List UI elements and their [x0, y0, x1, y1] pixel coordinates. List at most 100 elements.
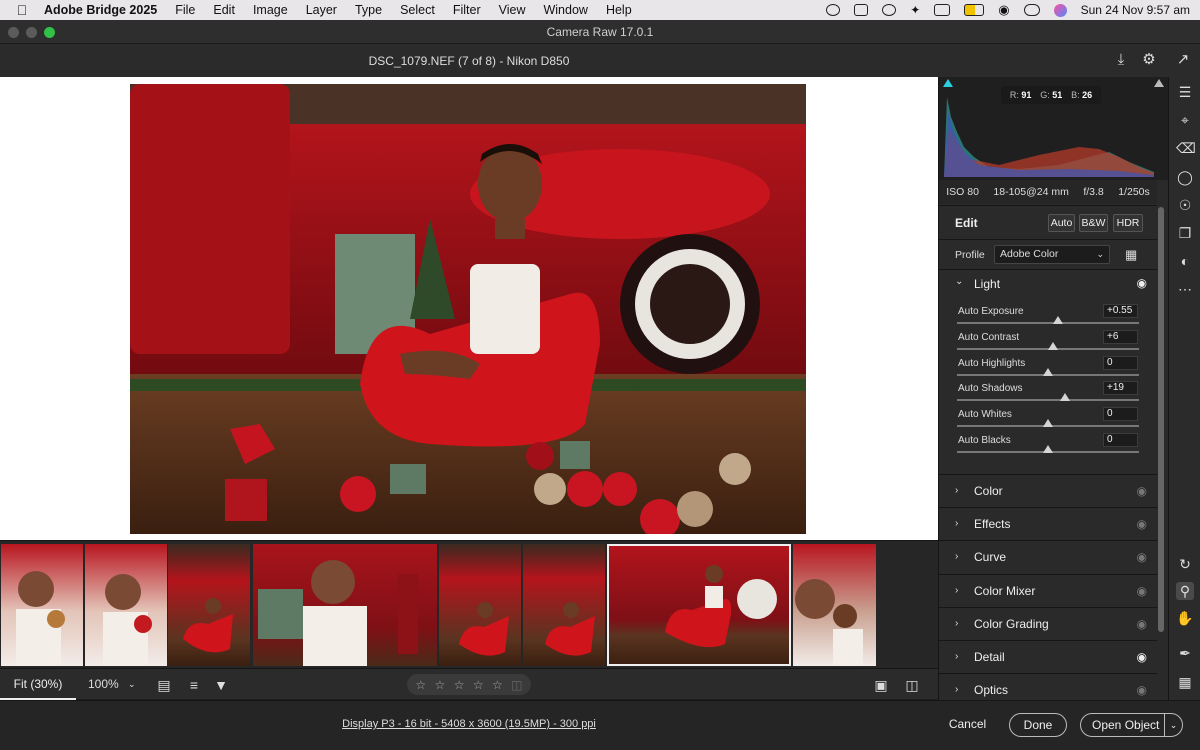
profile-browser-icon[interactable]: ▦	[1125, 247, 1137, 263]
hdr-button[interactable]: HDR	[1113, 214, 1143, 232]
slider-thumb[interactable]	[1060, 393, 1071, 402]
bluetooth-icon[interactable]: ✦	[910, 3, 920, 17]
menu-image[interactable]: Image	[253, 3, 288, 17]
open-object-button[interactable]: Open Object ⌄	[1080, 713, 1183, 737]
eraser-icon[interactable]: ⌫	[1176, 139, 1196, 157]
filmstrip-thumb[interactable]	[168, 544, 250, 666]
eye-icon[interactable]: ◉	[1137, 484, 1147, 498]
slider-thumb[interactable]	[1043, 367, 1053, 376]
keyboard-icon[interactable]	[934, 4, 951, 16]
panel-scrollbar[interactable]	[1157, 205, 1165, 700]
sort-icon[interactable]: ≡	[185, 676, 203, 694]
cancel-button[interactable]: Cancel	[940, 713, 995, 737]
zoom-level-select[interactable]: 100% ⌄	[84, 669, 140, 700]
eye-icon[interactable]: ◉	[1137, 617, 1147, 631]
save-image-icon[interactable]: ⤓	[1112, 51, 1130, 69]
filmstrip-thumb[interactable]	[253, 544, 437, 666]
siri-icon[interactable]	[1053, 3, 1067, 17]
control-center-icon[interactable]	[1023, 4, 1040, 16]
eye-icon[interactable]: ◉	[1137, 683, 1147, 697]
filmstrip-view-icon[interactable]: ▤	[155, 676, 173, 694]
star-icon[interactable]: ☆	[492, 678, 503, 692]
crop-icon[interactable]: ⌖	[1176, 111, 1194, 129]
eye-icon[interactable]: ◉	[1137, 584, 1147, 598]
menu-app-name[interactable]: Adobe Bridge 2025	[44, 3, 157, 17]
slider-value-input[interactable]: 0	[1103, 355, 1138, 370]
star-icon[interactable]: ☆	[435, 678, 446, 692]
eye-icon[interactable]: ◉	[1137, 276, 1147, 290]
history-icon[interactable]	[882, 4, 897, 16]
eye-icon[interactable]: ◉	[1137, 517, 1147, 531]
menu-layer[interactable]: Layer	[306, 3, 337, 17]
slider-value-input[interactable]: 0	[1103, 407, 1138, 422]
scrollbar-thumb[interactable]	[1158, 207, 1164, 632]
section-curve[interactable]: › Curve ◉	[939, 540, 1157, 573]
histogram[interactable]: R: 91 G: 51 B: 26	[939, 77, 1168, 180]
menu-type[interactable]: Type	[355, 3, 382, 17]
done-button[interactable]: Done	[1009, 713, 1067, 737]
workflow-options-link[interactable]: Display P3 - 16 bit - 5408 x 3600 (19.5M…	[0, 718, 938, 730]
star-icon[interactable]: ☆	[415, 678, 426, 692]
menu-edit[interactable]: Edit	[213, 3, 235, 17]
apple-icon[interactable]: 	[0, 2, 44, 18]
wifi-icon[interactable]: ◉	[998, 2, 1009, 18]
light-section-header[interactable]: ⌄ Light ◉	[939, 270, 1157, 297]
filter-icon[interactable]: ▼	[212, 676, 230, 694]
menu-clock[interactable]: Sun 24 Nov 9:57 am	[1081, 3, 1190, 17]
before-after-icon[interactable]: ◫	[903, 676, 921, 694]
rotate-icon[interactable]: ↻	[1176, 555, 1194, 573]
zoom-icon[interactable]: ⚲	[1176, 582, 1194, 600]
single-view-icon[interactable]: ▣	[872, 676, 890, 694]
slider-thumb[interactable]	[1053, 316, 1063, 324]
filmstrip-thumb[interactable]	[523, 544, 605, 666]
battery-icon[interactable]	[964, 4, 985, 16]
hand-icon[interactable]: ✋	[1176, 609, 1194, 627]
slider-thumb[interactable]	[1043, 445, 1053, 453]
fullscreen-icon[interactable]: ↗	[1174, 51, 1192, 69]
menu-view[interactable]: View	[499, 3, 526, 17]
chevron-down-icon[interactable]: ⌄	[1164, 714, 1182, 736]
settings-gear-icon[interactable]: ⚙	[1140, 51, 1158, 69]
filmstrip-thumb[interactable]	[793, 544, 876, 666]
auto-button[interactable]: Auto	[1048, 214, 1075, 232]
slider-track[interactable]	[957, 322, 1139, 324]
section-effects[interactable]: › Effects ◉	[939, 507, 1157, 540]
menu-select[interactable]: Select	[400, 3, 435, 17]
grid-icon[interactable]: ▦	[1176, 673, 1194, 691]
heal-icon[interactable]: ◯	[1176, 168, 1194, 186]
zoom-fit-button[interactable]: Fit (30%)	[0, 669, 76, 700]
section-color[interactable]: › Color ◉	[939, 474, 1157, 507]
profile-select[interactable]: Adobe Color ⌄	[994, 245, 1110, 264]
presets-icon[interactable]: ❐	[1176, 224, 1194, 242]
filmstrip-thumb[interactable]	[1, 544, 83, 666]
filmstrip-thumb-selected[interactable]	[607, 544, 791, 666]
bw-button[interactable]: B&W	[1079, 214, 1108, 232]
creative-cloud-icon[interactable]	[826, 4, 841, 16]
star-icon[interactable]: ☆	[454, 678, 465, 692]
extension-icon[interactable]	[854, 4, 869, 16]
star-icon[interactable]: ☆	[473, 678, 484, 692]
sampler-icon[interactable]: ✒	[1176, 644, 1194, 662]
slider-thumb[interactable]	[1043, 419, 1053, 428]
eye-icon[interactable]: ◉	[1137, 550, 1147, 564]
red-eye-icon[interactable]: ☉	[1176, 196, 1194, 214]
filmstrip-thumb[interactable]	[85, 544, 167, 666]
section-optics[interactable]: › Optics ◉	[939, 673, 1157, 700]
slider-thumb[interactable]	[1048, 341, 1059, 350]
slider-value-input[interactable]: +0.55	[1103, 304, 1138, 318]
main-photo[interactable]	[130, 84, 806, 534]
section-color-mixer[interactable]: › Color Mixer ◉	[939, 573, 1157, 607]
eye-icon[interactable]: ◉	[1137, 650, 1147, 664]
slider-track[interactable]	[957, 399, 1139, 402]
slider-value-input[interactable]: 0	[1103, 433, 1138, 447]
menu-window[interactable]: Window	[543, 3, 587, 17]
slider-value-input[interactable]: +6	[1103, 329, 1138, 344]
trash-icon[interactable]: ◫	[511, 678, 522, 692]
image-canvas[interactable]	[0, 77, 938, 540]
section-color-grading[interactable]: › Color Grading ◉	[939, 606, 1157, 640]
edit-sliders-icon[interactable]: ☰	[1176, 83, 1194, 101]
menu-help[interactable]: Help	[606, 3, 632, 17]
filmstrip-thumb[interactable]	[439, 544, 521, 666]
menu-file[interactable]: File	[175, 3, 195, 17]
section-detail[interactable]: › Detail ◉	[939, 640, 1157, 673]
